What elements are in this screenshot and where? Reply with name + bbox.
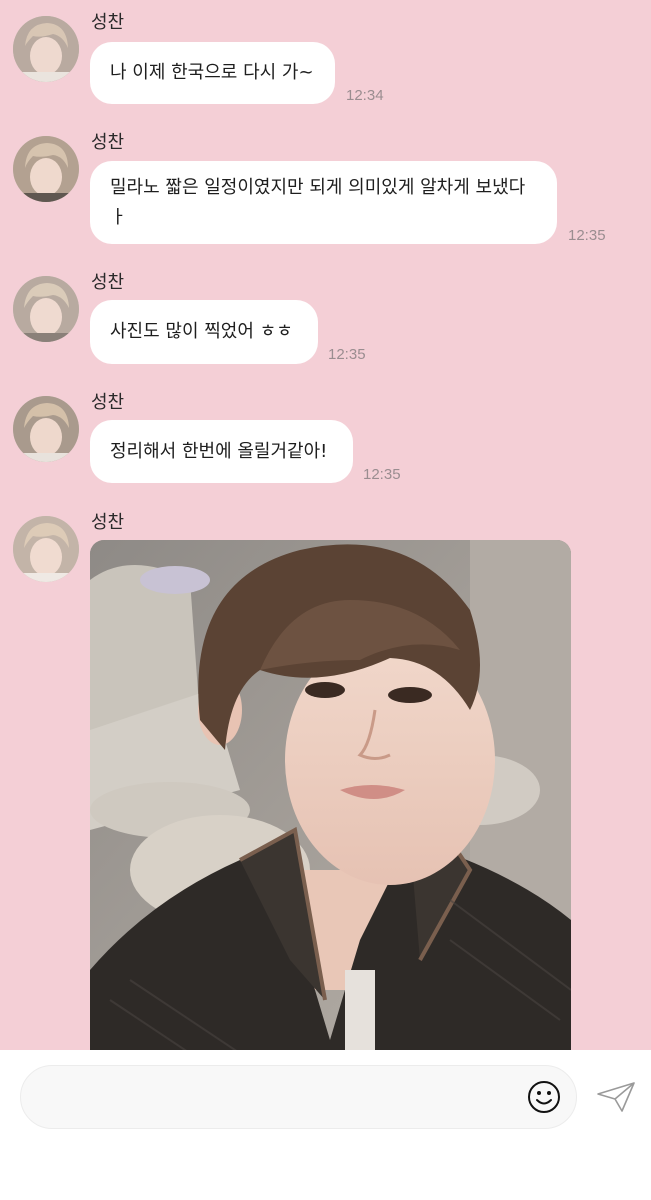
avatar[interactable] [13, 136, 79, 202]
avatar-image [13, 16, 79, 82]
avatar-image [13, 276, 79, 342]
avatar-image [13, 516, 79, 582]
sender-name: 성찬 [91, 392, 125, 413]
avatar[interactable] [13, 396, 79, 462]
message-bubble[interactable]: 나 이제 한국으로 다시 가~ [90, 42, 335, 104]
sender-name: 성찬 [91, 512, 125, 533]
sender-name: 성찬 [91, 132, 125, 153]
composer-bar [0, 1050, 651, 1200]
selfie-photo [90, 540, 571, 1050]
sender-name: 성찬 [91, 12, 125, 33]
avatar-image [13, 136, 79, 202]
message-bubble[interactable]: 사진도 많이 찍었어 ㅎㅎ [90, 300, 318, 364]
message-time: 12:35 [568, 227, 606, 244]
paper-plane-icon[interactable] [596, 1080, 636, 1114]
avatar[interactable] [13, 276, 79, 342]
message-time: 12:35 [363, 466, 401, 483]
message-bubble[interactable]: 밀라노 짧은 일정이였지만 되게 의미있게 알차게 보냈다 ㅏ [90, 161, 557, 244]
photo-message[interactable] [90, 540, 571, 1050]
message-bubble[interactable]: 정리해서 한번에 올릴거같아! [90, 420, 353, 483]
message-input[interactable] [43, 1066, 527, 1130]
avatar[interactable] [13, 16, 79, 82]
smiley-face-icon[interactable] [527, 1080, 561, 1114]
message-time: 12:34 [346, 87, 384, 104]
avatar[interactable] [13, 516, 79, 582]
avatar-image [13, 396, 79, 462]
sender-name: 성찬 [91, 272, 125, 293]
message-input-box[interactable] [20, 1065, 577, 1130]
chat-area: 성찬 나 이제 한국으로 다시 가~ 12:34 성찬 밀라노 짧은 일정이였지… [0, 0, 651, 1050]
message-time: 12:35 [328, 346, 366, 363]
